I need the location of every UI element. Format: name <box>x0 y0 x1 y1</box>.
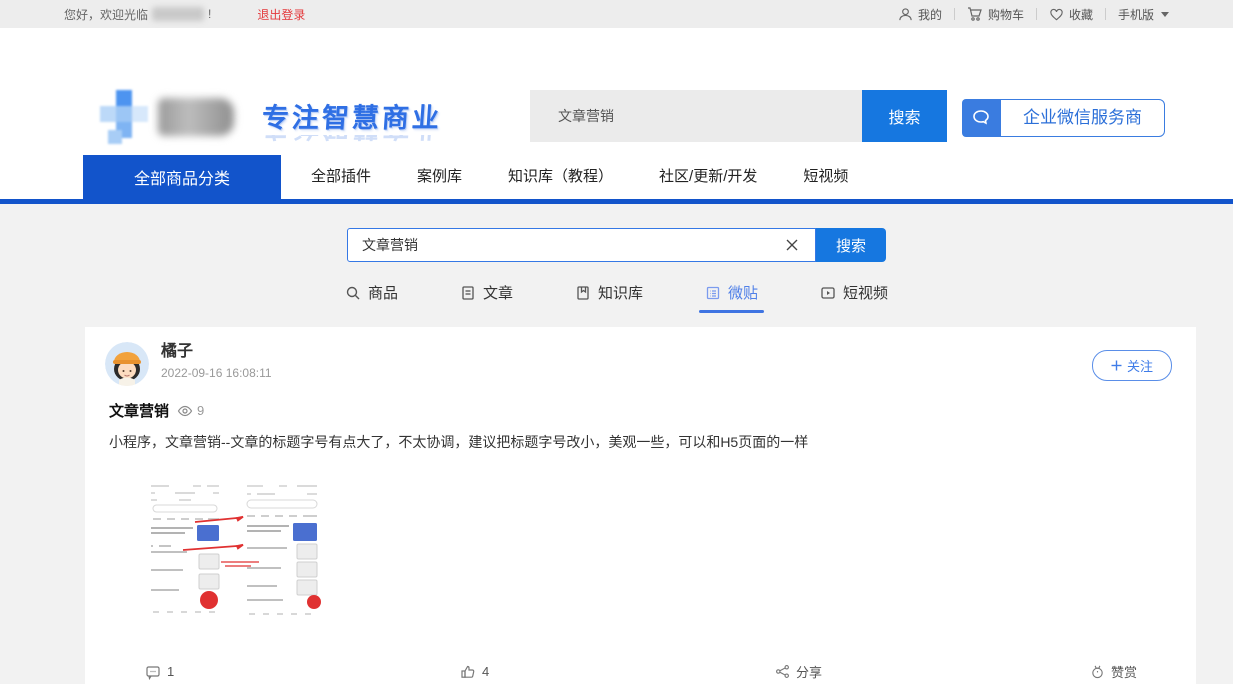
tab-label: 短视频 <box>843 282 888 303</box>
censored-username <box>152 7 204 21</box>
view-counter: 9 <box>177 403 204 419</box>
divider <box>1036 8 1037 20</box>
chevron-down-icon <box>1161 12 1169 17</box>
results-search-box <box>347 228 816 262</box>
my-account-link[interactable]: 我的 <box>898 6 942 23</box>
result-type-tabs: 商品 文章 知识库 微贴 短视频 <box>0 282 1233 313</box>
tab-label: 商品 <box>368 282 398 303</box>
wecom-bubble-icon <box>962 99 1000 137</box>
topbar-links: 我的 购物车 收藏 手机版 <box>898 6 1169 23</box>
nav-short-video[interactable]: 短视频 <box>787 155 864 199</box>
brand-slogan: 专注智慧商业 专注智慧商业 <box>262 96 442 149</box>
view-count: 9 <box>197 403 204 418</box>
tab-products[interactable]: 商品 <box>345 282 398 313</box>
cart-link[interactable]: 购物车 <box>967 6 1024 23</box>
post-timestamp: 2022-09-16 16:08:11 <box>161 366 272 380</box>
tab-label: 文章 <box>483 282 513 303</box>
search-icon <box>345 285 361 301</box>
follow-label: 关注 <box>1127 356 1153 375</box>
top-utility-bar: 您好，欢迎光临 ! 退出登录 我的 购物车 收藏 手机版 <box>0 0 1233 28</box>
divider <box>1105 8 1106 20</box>
post-meta: 橘子 2022-09-16 16:08:11 <box>161 342 272 380</box>
censored-brand-name <box>158 98 234 136</box>
nav-knowledge-base[interactable]: 知识库（教程） <box>492 155 629 199</box>
comment-action[interactable]: 1 <box>145 662 460 681</box>
reward-label: 赞赏 <box>1111 662 1137 681</box>
post-actions: 1 4 分享 赞赏 <box>105 662 1172 681</box>
nav-community[interactable]: 社区/更新/开发 <box>643 155 773 199</box>
bookmark-icon <box>575 285 591 301</box>
greeting-prefix: 您好，欢迎光临 <box>64 6 148 23</box>
plus-icon <box>1111 360 1122 371</box>
reward-action[interactable]: 赞赏 <box>1090 662 1233 681</box>
heart-icon <box>1049 7 1064 22</box>
tab-articles[interactable]: 文章 <box>460 282 513 313</box>
post-attachment-image[interactable] <box>109 478 329 618</box>
post-title-row: 文章营销 9 <box>105 400 1172 421</box>
share-label: 分享 <box>796 662 822 681</box>
mobile-version-label: 手机版 <box>1118 6 1154 23</box>
favorites-link[interactable]: 收藏 <box>1049 6 1093 23</box>
reward-icon <box>1090 664 1105 679</box>
clear-search-icon[interactable] <box>781 234 803 256</box>
greeting-suffix: ! <box>208 7 211 21</box>
tab-short-videos[interactable]: 短视频 <box>820 282 888 313</box>
favorites-label: 收藏 <box>1069 6 1093 23</box>
nav-all-categories[interactable]: 全部商品分类 <box>83 155 281 199</box>
header-search-input[interactable] <box>530 90 862 142</box>
nav-all-plugins[interactable]: 全部插件 <box>295 155 387 199</box>
tab-label: 知识库 <box>598 282 643 303</box>
greeting: 您好，欢迎光临 ! 退出登录 <box>64 6 305 23</box>
site-logo[interactable] <box>100 90 148 146</box>
eye-icon <box>177 403 193 419</box>
header-search: 搜索 <box>530 90 947 142</box>
cart-icon <box>967 6 983 22</box>
post-title[interactable]: 文章营销 <box>109 400 169 421</box>
document-icon <box>460 285 476 301</box>
main-nav: 全部商品分类 全部插件 案例库 知识库（教程） 社区/更新/开发 短视频 <box>0 155 1233 199</box>
avatar[interactable] <box>105 342 149 386</box>
comment-count: 1 <box>167 664 174 679</box>
like-action[interactable]: 4 <box>460 662 775 681</box>
comment-icon <box>145 664 161 680</box>
follow-button[interactable]: 关注 <box>1092 350 1172 381</box>
mobile-version-menu[interactable]: 手机版 <box>1118 6 1169 23</box>
tab-micro-posts[interactable]: 微贴 <box>705 282 758 313</box>
post-card: 橘子 2022-09-16 16:08:11 关注 文章营销 9 小程序，文章营… <box>85 327 1196 684</box>
results-search: 搜索 <box>0 228 1233 262</box>
post-header: 橘子 2022-09-16 16:08:11 关注 <box>105 342 1172 386</box>
divider <box>954 8 955 20</box>
tab-knowledge[interactable]: 知识库 <box>575 282 643 313</box>
post-body: 小程序，文章营销--文章的标题字号有点大了，不太协调，建议把标题字号改小，美观一… <box>105 432 1172 452</box>
wecom-badge-label: 企业微信服务商 <box>1000 99 1165 137</box>
share-icon <box>775 664 790 679</box>
author-name[interactable]: 橘子 <box>161 342 272 362</box>
user-icon <box>898 7 913 22</box>
header-search-button[interactable]: 搜索 <box>862 90 947 142</box>
share-action[interactable]: 分享 <box>775 662 1090 681</box>
slogan-reflection: 专注智慧商业 <box>262 135 443 149</box>
video-icon <box>820 285 836 301</box>
cart-label: 购物车 <box>988 6 1024 23</box>
logout-link[interactable]: 退出登录 <box>257 6 305 23</box>
like-count: 4 <box>482 664 489 679</box>
search-results-area: 搜索 商品 文章 知识库 微贴 短视频 <box>0 204 1233 684</box>
site-header: 专注智慧商业 专注智慧商业 搜索 企业微信服务商 <box>0 28 1233 155</box>
nav-case-library[interactable]: 案例库 <box>401 155 478 199</box>
results-search-input[interactable] <box>362 237 781 253</box>
thumbs-up-icon <box>460 664 476 680</box>
tab-label: 微贴 <box>728 282 758 303</box>
results-search-button[interactable]: 搜索 <box>816 228 886 262</box>
list-icon <box>705 285 721 301</box>
my-account-label: 我的 <box>918 6 942 23</box>
slogan-text: 专注智慧商业 <box>261 96 444 135</box>
wecom-service-badge[interactable]: 企业微信服务商 <box>962 99 1165 137</box>
